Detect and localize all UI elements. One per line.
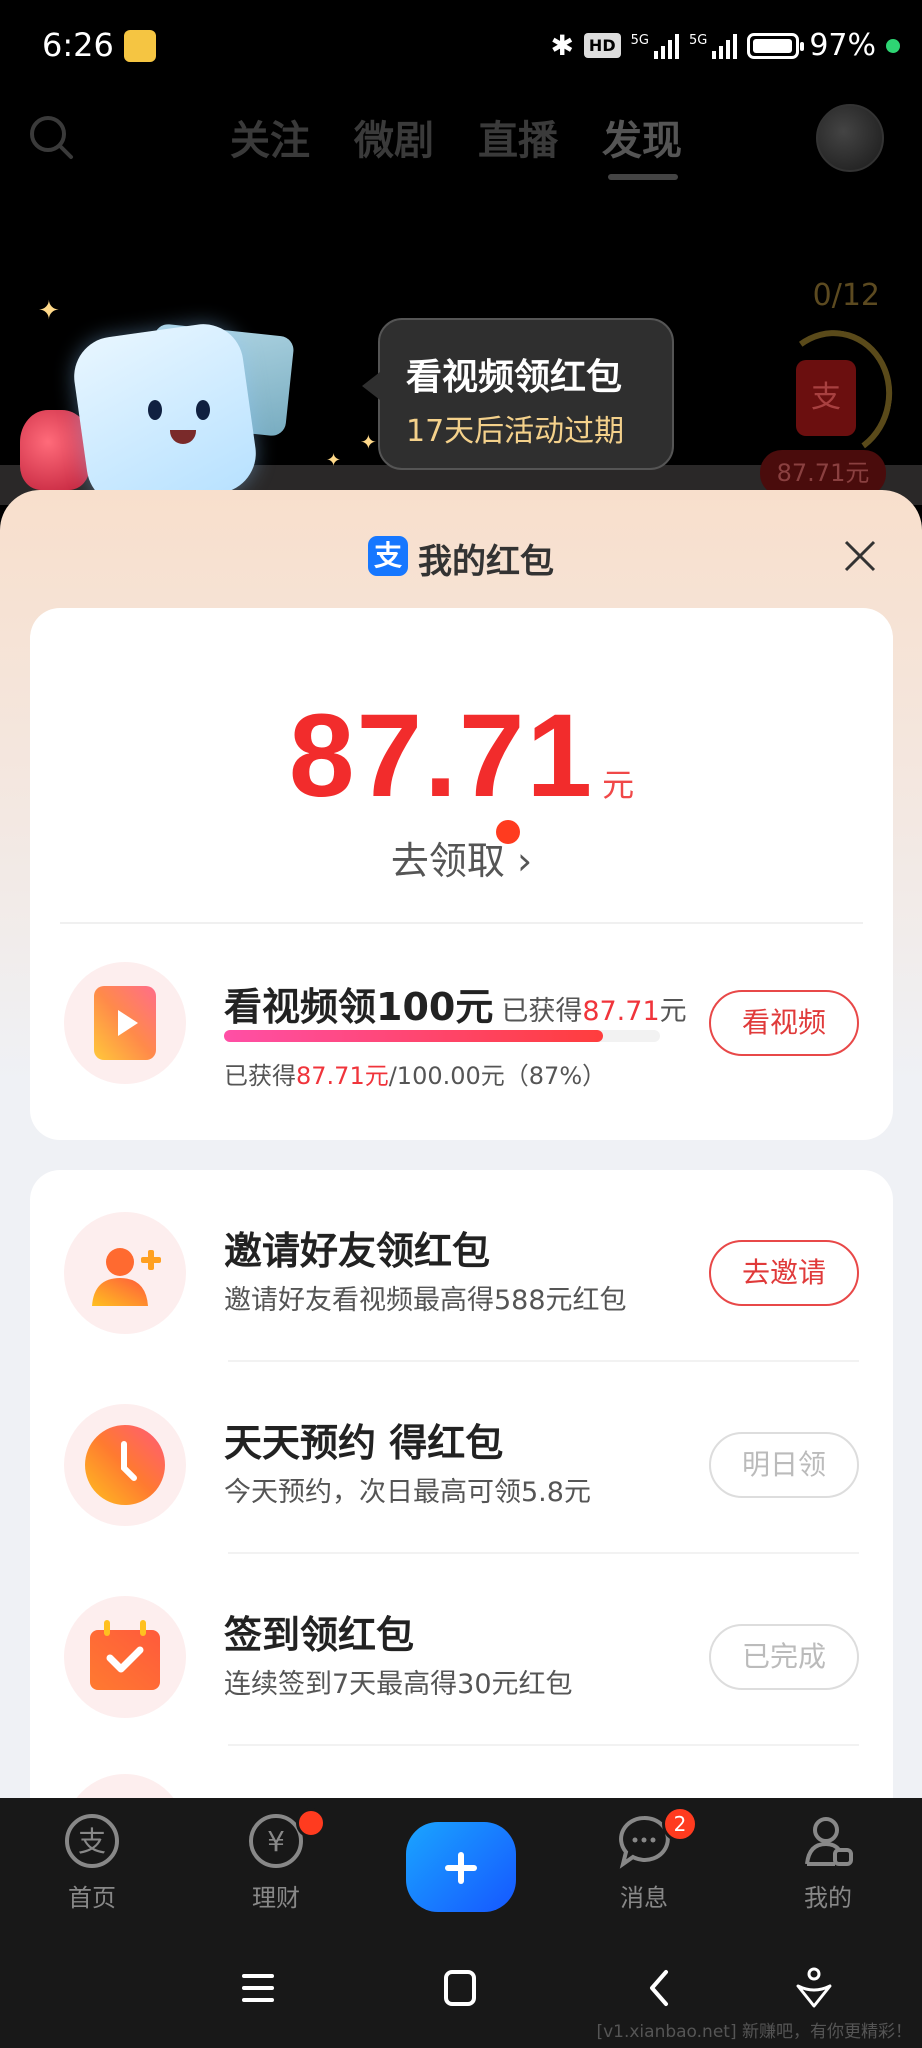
task-icon-bg	[64, 1596, 186, 1718]
task-list-card: 邀请好友领红包 邀请好友看视频最高得588元红包 去邀请 天天预约 得红包 今天…	[30, 1170, 893, 1800]
promo-banner: ✦ ✦ ✦ 看视频领红包 17天后活动过期 0/12 支 87.71元	[0, 260, 922, 512]
status-bar: 6:26 ✱ HD 5G 5G 97%	[0, 0, 922, 92]
tab-wealth[interactable]: ¥ 理财	[216, 1808, 336, 1913]
sheet-title: 我的红包	[418, 542, 554, 582]
promo-title: 看视频领红包	[406, 357, 623, 398]
list-item: 邀请好友领红包 邀请好友看视频最高得588元红包 去邀请	[30, 1198, 893, 1348]
notification-dot	[296, 1808, 326, 1838]
privacy-indicator-dot	[886, 38, 900, 53]
balance-value: 87.71	[288, 690, 595, 822]
balance-amount: 87.71 元	[30, 688, 893, 824]
user-add-icon	[92, 1248, 161, 1306]
task-subtitle: 邀请好友看视频最高得588元红包	[224, 1285, 627, 1316]
notification-app-icon	[124, 30, 156, 62]
add-button[interactable]	[406, 1822, 516, 1912]
task-title: 看视频领100元 已获得87.71元	[224, 985, 687, 1029]
tab-micro-drama[interactable]: 微剧	[354, 108, 434, 166]
claim-label: 去领取	[390, 839, 505, 883]
signal-icon: 5G	[631, 33, 679, 59]
notification-dot	[496, 820, 520, 844]
divider	[228, 1360, 859, 1362]
red-packet-sheet: 支 我的红包 87.71 元 去领取 › 看视频领100元 已获得87.71元 …	[0, 490, 922, 1800]
svg-text:¥: ¥	[267, 1825, 285, 1858]
list-item: 签到领红包 连续签到7天最高得30元红包 已完成	[30, 1582, 893, 1732]
svg-text:支: 支	[78, 1825, 106, 1858]
sparkle-icon: ✦	[360, 430, 377, 454]
list-item: 天天预约 得红包 今天预约，次日最高可领5.8元 明日领	[30, 1390, 893, 1540]
task-progress-fill	[224, 1030, 604, 1042]
tab-home[interactable]: 支 首页	[32, 1812, 152, 1913]
task-subtitle: 今天预约，次日最高可领5.8元	[224, 1477, 591, 1508]
tab-follow[interactable]: 关注	[230, 108, 310, 166]
tab-live[interactable]: 直播	[478, 108, 558, 166]
status-time: 6:26	[42, 26, 114, 64]
sparkle-icon: ✦	[326, 450, 342, 471]
signal-icon-2: 5G	[689, 33, 738, 59]
hd-voice-icon: HD	[583, 33, 621, 58]
watch-video-button[interactable]: 看视频	[709, 990, 859, 1056]
sparkle-icon: ✦	[38, 296, 60, 326]
nav-tabs: 关注 微剧 直播 发现	[230, 108, 682, 166]
invite-button[interactable]: 去邀请	[709, 1240, 859, 1306]
avatar[interactable]	[816, 104, 884, 172]
divider	[228, 1552, 859, 1554]
divider	[60, 922, 863, 924]
task-subtitle: 连续签到7天最高得30元红包	[224, 1669, 573, 1700]
reserve-tomorrow-button[interactable]: 明日领	[709, 1432, 859, 1498]
mascot-illustration	[68, 290, 295, 512]
chevron-right-icon: ›	[516, 839, 533, 883]
bluetooth-icon: ✱	[550, 29, 574, 62]
task-icon-bg	[64, 962, 186, 1084]
search-icon[interactable]	[26, 112, 76, 162]
active-tab-indicator	[608, 174, 678, 180]
battery-percent: 97%	[809, 28, 876, 63]
balance-unit: 元	[602, 766, 635, 804]
top-nav: 关注 微剧 直播 发现	[0, 92, 922, 182]
calendar-check-icon	[90, 1620, 160, 1690]
tab-discover[interactable]: 发现	[602, 108, 682, 166]
tab-mine[interactable]: 我的	[768, 1812, 888, 1913]
task-progress-text: 已获得87.71元/100.00元（87%）	[224, 1062, 607, 1090]
bottom-tab-bar: 支 首页 ¥ 理财 消息 2 我的	[0, 1798, 922, 1928]
claim-link[interactable]: 去领取 ›	[30, 830, 893, 885]
status-indicators: ✱ HD 5G 5G 97%	[550, 28, 900, 63]
promo-expiry: 17天后活动过期	[406, 414, 625, 449]
alipay-icon: 支	[65, 1814, 119, 1868]
video-progress-count: 0/12	[812, 278, 880, 313]
promo-bubble[interactable]: 看视频领红包 17天后活动过期	[362, 318, 674, 470]
system-nav-bar: [v1.xianbao.net] 新赚吧，有你更精彩！	[0, 1928, 922, 2048]
task-title: 天天预约 得红包	[224, 1421, 504, 1465]
home-icon[interactable]	[438, 1966, 482, 2010]
menu-icon[interactable]	[236, 1966, 280, 2010]
sign-in-done-button[interactable]: 已完成	[709, 1624, 859, 1690]
user-icon	[805, 1817, 853, 1866]
back-icon[interactable]	[638, 1966, 682, 2010]
close-icon[interactable]	[840, 536, 880, 576]
red-packet-icon[interactable]: 支	[796, 360, 856, 436]
balance-card: 87.71 元 去领取 › 看视频领100元 已获得87.71元 已获得87.7…	[30, 608, 893, 1140]
task-title: 邀请好友领红包	[224, 1229, 491, 1273]
watermark: [v1.xianbao.net] 新赚吧，有你更精彩！	[596, 2022, 912, 2042]
alipay-logo-icon: 支	[368, 536, 408, 576]
clock-icon	[85, 1425, 165, 1505]
divider	[228, 1744, 859, 1746]
sheet-header: 支 我的红包	[0, 532, 922, 582]
task-title: 签到领红包	[224, 1613, 415, 1657]
task-icon-bg	[64, 1212, 186, 1334]
message-count-badge: 2	[662, 1806, 698, 1842]
task-icon-bg	[64, 1404, 186, 1526]
assistant-icon[interactable]	[792, 1966, 836, 2010]
task-progress-bar	[224, 1030, 660, 1042]
watch-video-task: 看视频领100元 已获得87.71元 已获得87.71元/100.00元（87%）…	[30, 948, 893, 1098]
battery-icon	[747, 32, 805, 59]
play-video-icon	[94, 986, 156, 1060]
tab-messages[interactable]: 消息 2	[584, 1806, 704, 1913]
task-icon-bg	[64, 1774, 186, 1800]
